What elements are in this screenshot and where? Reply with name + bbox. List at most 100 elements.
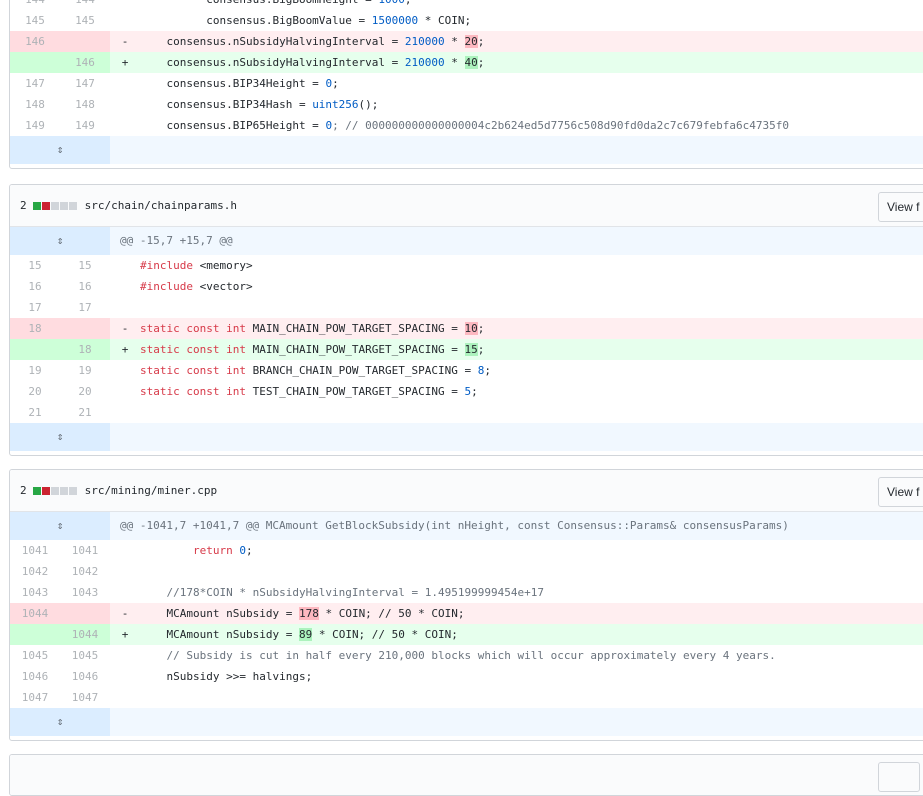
code-token: ; [332, 77, 339, 90]
context-line: 145 145 consensus.BigBoomValue = 1500000 … [10, 10, 923, 31]
new-line-number[interactable]: 1046 [60, 666, 110, 687]
old-line-number[interactable]: 1041 [10, 540, 60, 561]
old-line-number[interactable]: 1044 [10, 603, 60, 624]
old-line-number[interactable]: 16 [10, 276, 60, 297]
diff-file-miner-cpp: 2 src/mining/miner.cpp View f ⇕ @@ -1041… [9, 469, 923, 741]
old-line-number[interactable]: 147 [10, 73, 60, 94]
file-path[interactable]: src/mining/miner.cpp [85, 484, 217, 497]
code-text: static const int MAIN_CHAIN_POW_TARGET_S… [140, 339, 923, 360]
old-line-number[interactable]: 145 [10, 10, 60, 31]
code-token: 210000 [404, 56, 445, 69]
new-line-number[interactable]: 145 [60, 10, 110, 31]
view-file-button[interactable]: View f [878, 192, 923, 222]
new-line-number[interactable]: 144 [60, 0, 110, 10]
diff-sign [110, 0, 140, 10]
diff-sign [110, 381, 140, 402]
diff-sign: + [121, 56, 129, 69]
diff-sign [110, 94, 140, 115]
code-token: 0 [239, 544, 246, 557]
new-line-number[interactable] [60, 318, 110, 339]
code-token: TEST_CHAIN_POW_TARGET_SPACING = [252, 385, 465, 398]
old-line-number[interactable]: 146 [10, 31, 60, 52]
code-text: static const int TEST_CHAIN_POW_TARGET_S… [140, 381, 923, 402]
code-text: consensus.nSubsidyHalvingInterval = 2100… [140, 31, 923, 52]
code-text: consensus.BIP65Height = 0; // 0000000000… [140, 115, 923, 136]
new-line-number[interactable]: 1043 [60, 582, 110, 603]
old-line-number[interactable]: 1042 [10, 561, 60, 582]
old-line-number[interactable]: 21 [10, 402, 60, 423]
code-text: MCAmount nSubsidy = 89 * COIN; // 50 * C… [140, 624, 923, 645]
new-line-number[interactable] [60, 603, 110, 624]
new-line-number[interactable]: 148 [60, 94, 110, 115]
new-line-number[interactable]: 1044 [60, 624, 110, 645]
context-line: 1047 1047 [10, 687, 923, 708]
file-path[interactable]: src/chain/chainparams.h [85, 199, 237, 212]
code-token: ; [477, 56, 485, 69]
code-token: 20 [464, 35, 478, 48]
old-line-number[interactable] [10, 624, 60, 645]
new-line-number[interactable] [60, 31, 110, 52]
code-token: 89 [298, 628, 313, 641]
old-line-number[interactable] [10, 339, 60, 360]
new-line-number[interactable]: 147 [60, 73, 110, 94]
code-token: consensus.nSubsidyHalvingInterval = [140, 35, 405, 48]
context-line: 149 149 consensus.BIP65Height = 0; // 000… [10, 115, 923, 136]
new-line-number[interactable]: 1045 [60, 645, 110, 666]
new-line-number[interactable]: 1047 [60, 687, 110, 708]
old-line-number[interactable]: 1046 [10, 666, 60, 687]
code-token: static const int [140, 364, 253, 377]
code-token: return [192, 544, 240, 557]
code-token: nSubsidy >>= halvings; [140, 670, 313, 683]
old-line-number[interactable]: 18 [10, 318, 60, 339]
new-line-number[interactable]: 149 [60, 115, 110, 136]
old-line-number[interactable]: 148 [10, 94, 60, 115]
expand-icon[interactable]: ⇕ [10, 227, 110, 255]
code-token: static const int [140, 343, 253, 356]
new-line-number[interactable]: 17 [60, 297, 110, 318]
old-line-number[interactable]: 20 [10, 381, 60, 402]
code-token: ; [245, 544, 253, 557]
old-line-number[interactable]: 1045 [10, 645, 60, 666]
old-line-number[interactable]: 149 [10, 115, 60, 136]
old-line-number[interactable]: 17 [10, 297, 60, 318]
expand-icon[interactable]: ⇕ [10, 423, 110, 451]
code-token: uint256 [312, 98, 359, 111]
deleted-line: 1044 - MCAmount nSubsidy = 178 * COIN; //… [10, 603, 923, 624]
view-file-button[interactable]: View f [878, 477, 923, 507]
old-line-number[interactable]: 15 [10, 255, 60, 276]
expand-icon[interactable]: ⇕ [10, 136, 110, 164]
view-file-button[interactable] [878, 762, 920, 792]
expand-icon[interactable]: ⇕ [10, 512, 110, 540]
new-line-number[interactable]: 19 [60, 360, 110, 381]
old-line-number[interactable] [10, 52, 60, 73]
added-line: 146 + consensus.nSubsidyHalvingInterval =… [10, 52, 923, 73]
new-line-number[interactable]: 1041 [60, 540, 110, 561]
old-line-number[interactable]: 1043 [10, 582, 60, 603]
change-count: 2 [20, 484, 27, 497]
new-line-number[interactable]: 20 [60, 381, 110, 402]
added-line: 1044 + MCAmount nSubsidy = 89 * COIN; // … [10, 624, 923, 645]
new-line-number[interactable]: 146 [60, 52, 110, 73]
new-line-number[interactable]: 15 [60, 255, 110, 276]
new-line-number[interactable]: 18 [60, 339, 110, 360]
diff-lines: 15 15 #include <memory> 16 16 #include <vecto… [10, 255, 923, 423]
expand-icon[interactable]: ⇕ [10, 708, 110, 736]
old-line-number[interactable]: 144 [10, 0, 60, 10]
code-token: #include [140, 259, 200, 272]
diff-sign [110, 10, 140, 31]
hunk-text: @@ -15,7 +15,7 @@ [120, 234, 233, 247]
code-token: MAIN_CHAIN_POW_TARGET_SPACING = [252, 343, 465, 356]
diff-sign: + [121, 628, 129, 641]
old-line-number[interactable]: 1047 [10, 687, 60, 708]
diff-sign [110, 687, 140, 708]
old-line-number[interactable]: 19 [10, 360, 60, 381]
code-token: ; [477, 322, 485, 335]
code-text: consensus.nSubsidyHalvingInterval = 2100… [140, 52, 923, 73]
code-token: consensus.BIP34Hash = [140, 98, 313, 111]
new-line-number[interactable]: 16 [60, 276, 110, 297]
code-token: consensus.nSubsidyHalvingInterval = [140, 56, 405, 69]
code-token: //178*COIN * nSubsidyHalvingInterval = 1… [140, 586, 544, 599]
new-line-number[interactable]: 21 [60, 402, 110, 423]
new-line-number[interactable]: 1042 [60, 561, 110, 582]
